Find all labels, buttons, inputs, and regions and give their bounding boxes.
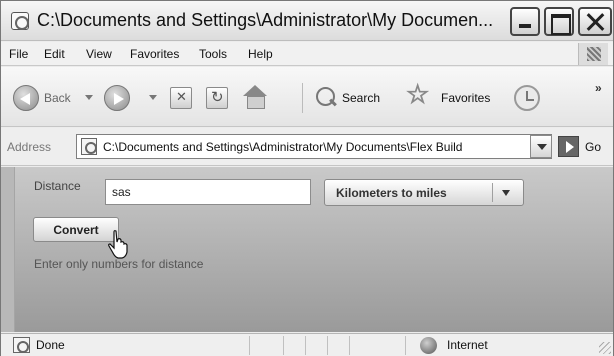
toolbar-separator (302, 83, 303, 113)
refresh-icon[interactable] (206, 87, 228, 109)
helper-text: Enter only numbers for distance (34, 257, 204, 271)
title-bar[interactable]: C:\Documents and Settings\Administrator\… (1, 1, 613, 41)
status-divider (283, 336, 284, 355)
go-arrow-icon[interactable] (558, 136, 579, 157)
security-zone: Internet (447, 338, 488, 352)
menu-file[interactable]: File (9, 47, 28, 61)
distance-label: Distance (34, 179, 81, 193)
unit-conversion-select[interactable]: Kilometers to miles (324, 179, 524, 206)
minimize-button[interactable] (510, 7, 540, 36)
browser-window: C:\Documents and Settings\Administrator\… (0, 0, 614, 356)
toolbar: Back Search ☆ Favorites » (1, 67, 613, 127)
globe-icon (420, 337, 437, 354)
status-text: Done (36, 338, 65, 352)
go-button-label[interactable]: Go (585, 140, 601, 154)
status-divider (349, 336, 350, 355)
status-divider (405, 336, 406, 355)
back-history-dropdown[interactable] (85, 95, 93, 100)
status-divider (305, 336, 306, 355)
resize-grip[interactable] (599, 342, 611, 354)
back-arrow-icon[interactable] (13, 85, 39, 111)
menu-favorites[interactable]: Favorites (130, 47, 179, 61)
ie-page-icon (11, 12, 29, 30)
address-bar: Address C:\Documents and Settings\Admini… (1, 128, 613, 166)
content-left-edge (1, 167, 15, 332)
search-label[interactable]: Search (342, 91, 380, 105)
toolbar-overflow-chevron[interactable]: » (595, 81, 602, 95)
menu-bar: File Edit View Favorites Tools Help (1, 42, 613, 66)
menu-view[interactable]: View (86, 47, 112, 61)
status-bar: Done Internet (1, 333, 613, 356)
menu-edit[interactable]: Edit (44, 47, 65, 61)
status-divider (327, 336, 328, 355)
status-divider (249, 336, 250, 355)
stop-icon[interactable] (170, 87, 192, 109)
mouse-pointer-icon (108, 230, 128, 259)
chevron-down-icon[interactable] (502, 190, 510, 196)
address-input[interactable]: C:\Documents and Settings\Administrator\… (76, 134, 552, 159)
page-icon (81, 138, 97, 155)
distance-input[interactable] (105, 179, 311, 205)
history-icon[interactable] (514, 85, 540, 111)
home-icon[interactable] (242, 85, 268, 109)
back-label[interactable]: Back (44, 91, 71, 105)
favorites-label[interactable]: Favorites (441, 91, 490, 105)
search-icon[interactable] (314, 85, 338, 109)
close-button[interactable] (578, 7, 612, 36)
menu-tools[interactable]: Tools (199, 47, 227, 61)
windows-logo-icon (578, 43, 608, 65)
select-divider (492, 183, 493, 202)
favorites-star-icon[interactable]: ☆ (405, 82, 429, 109)
page-status-icon (13, 337, 30, 353)
forward-history-dropdown[interactable] (149, 95, 157, 100)
forward-arrow-icon[interactable] (104, 85, 130, 111)
menu-help[interactable]: Help (248, 47, 273, 61)
address-label: Address (7, 140, 52, 154)
address-url[interactable]: C:\Documents and Settings\Administrator\… (103, 140, 498, 154)
window-title: C:\Documents and Settings\Administrator\… (37, 10, 494, 30)
unit-select-value: Kilometers to miles (336, 186, 447, 200)
address-dropdown-button[interactable] (530, 135, 552, 158)
maximize-button[interactable] (544, 7, 574, 36)
